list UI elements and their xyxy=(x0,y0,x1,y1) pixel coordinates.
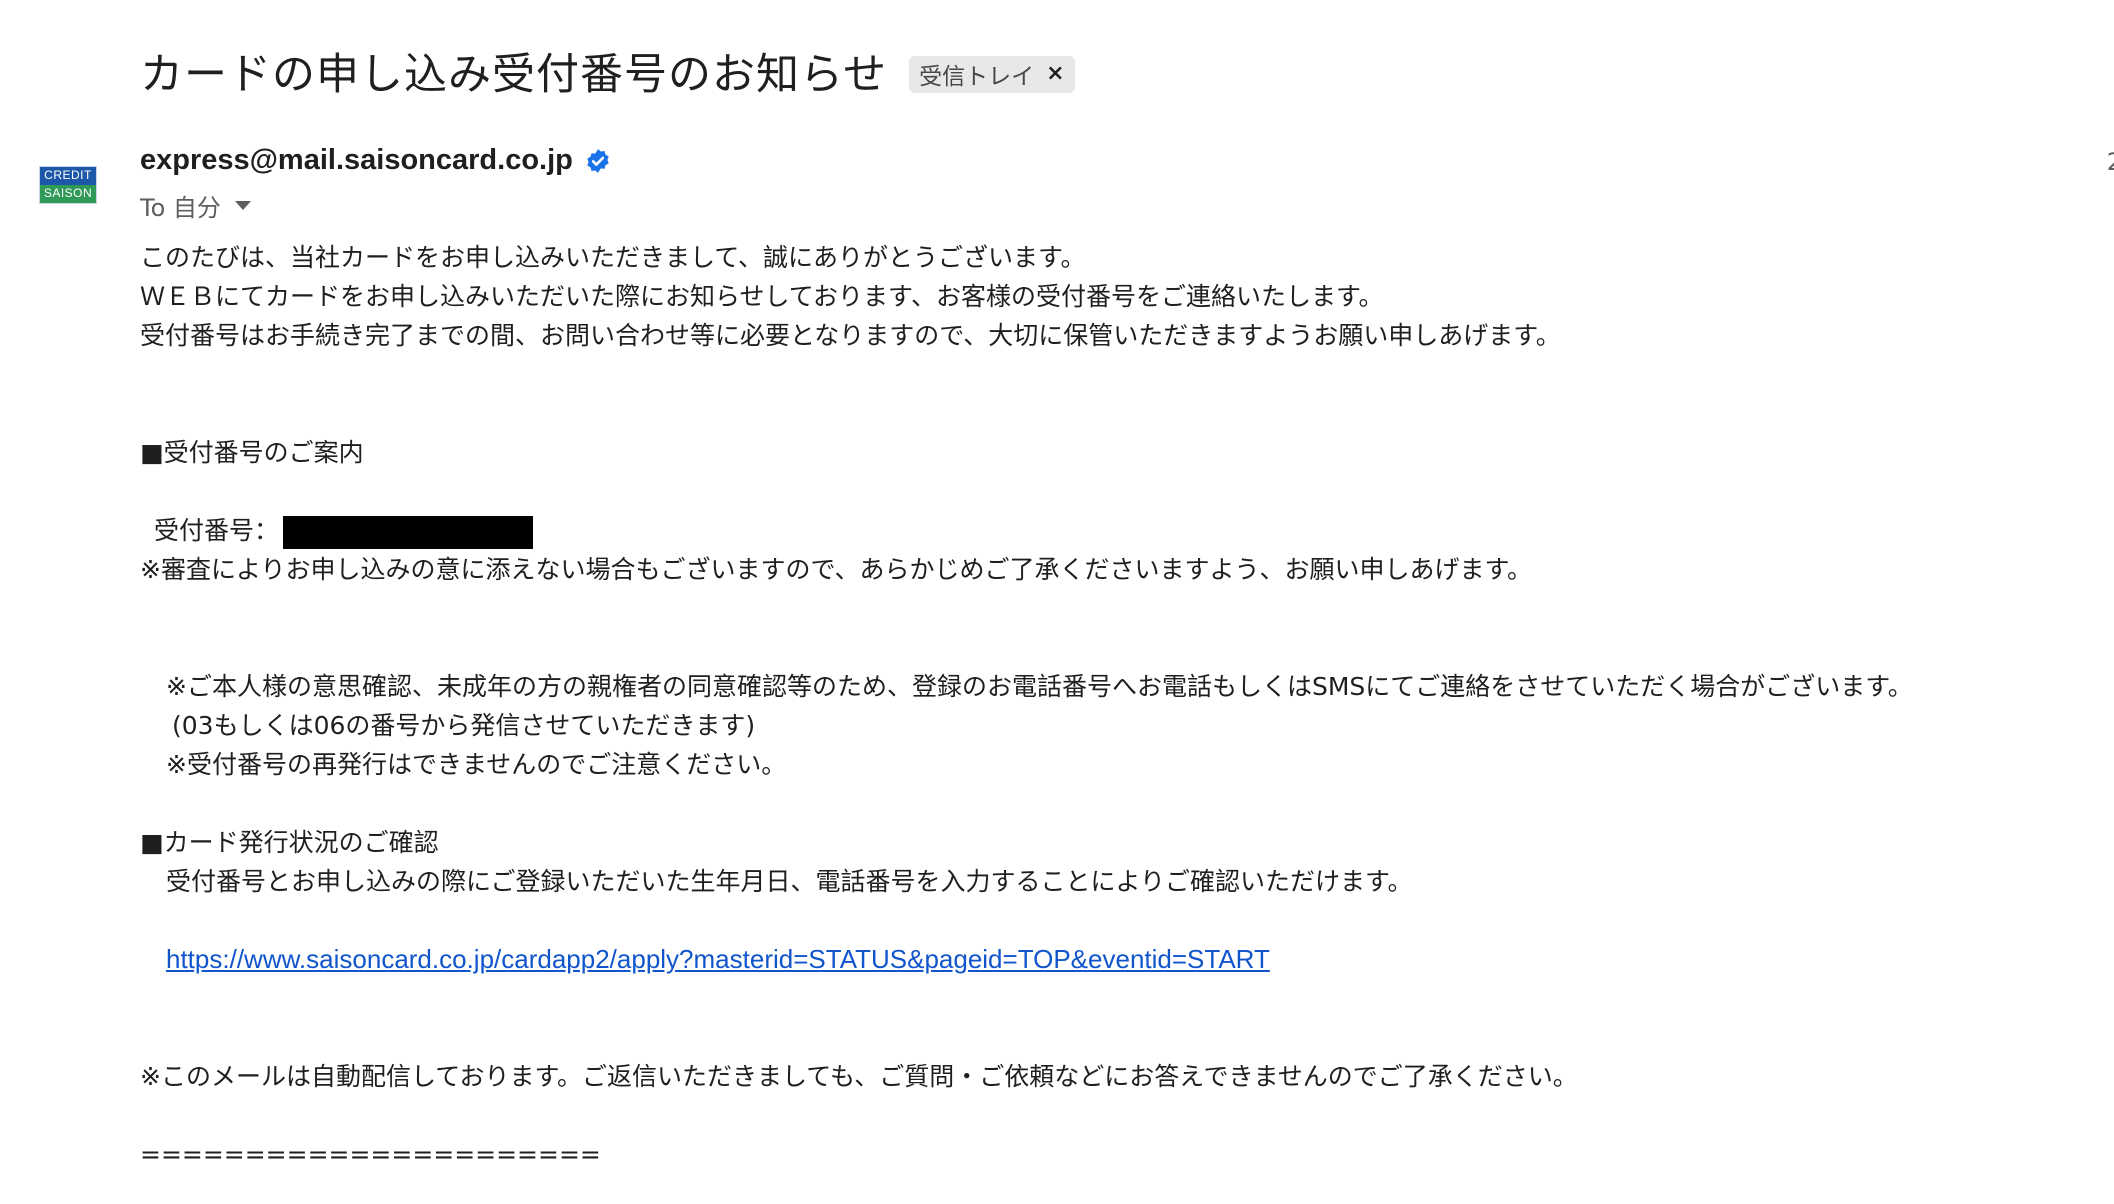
body-paragraph: このたびは、当社カードをお申し込みいただきまして、誠にありがとうございます。 xyxy=(140,243,1086,272)
section-heading-receipt: ■受付番号のご案内 xyxy=(140,438,364,467)
email-body: このたびは、当社カードをお申し込みいただきまして、誠にありがとうございます。 Ｗ… xyxy=(140,238,2100,1174)
status-instructions: 受付番号とお申し込みの際にご登録いただいた生年月日、電話番号を入力することにより… xyxy=(166,867,1413,896)
timestamp: 2 xyxy=(2107,148,2114,176)
subject-row: カードの申し込み受付番号のお知らせ 受信トレイ × xyxy=(140,40,1075,102)
avatar-text-bottom: SAISON xyxy=(40,185,96,203)
body-paragraph: ＷＥＢにてカードをお申し込みいただいた際にお知らせしております、お客様の受付番号… xyxy=(140,282,1384,311)
avatar-text-top: CREDIT xyxy=(44,168,92,182)
sender-email[interactable]: express@mail.saisoncard.co.jp xyxy=(140,144,573,177)
verified-badge-icon xyxy=(587,148,609,173)
screening-note: ※審査によりお申し込みの意に添えない場合もございますので、あらかじめご了承くださ… xyxy=(140,555,1532,584)
receipt-number-label: 受付番号： xyxy=(154,516,280,545)
status-check-link[interactable]: https://www.saisoncard.co.jp/cardapp2/ap… xyxy=(166,944,1270,974)
auto-delivery-notice: ※このメールは自動配信しております。ご返信いただきましても、ご質問・ご依頼などに… xyxy=(140,1062,1578,1091)
separator-line: ====================== xyxy=(140,1140,601,1169)
status-link-row: https://www.saisoncard.co.jp/cardapp2/ap… xyxy=(140,940,2100,979)
sender-avatar[interactable]: CREDIT SAISON xyxy=(39,166,97,204)
redacted-receipt-number xyxy=(283,515,534,549)
receipt-number-row: 受付番号： xyxy=(140,511,2100,552)
identity-confirmation-note: ※ご本人様の意思確認、未成年の方の親権者の同意確認等のため、登録のお電話番号へお… xyxy=(166,672,1913,701)
recipient-text: To 自分 xyxy=(140,194,221,222)
chevron-down-icon[interactable] xyxy=(234,201,251,210)
close-icon[interactable]: × xyxy=(1046,62,1064,85)
sender-row: express@mail.saisoncard.co.jp xyxy=(140,144,611,177)
section-heading-status: ■カード発行状況のご確認 xyxy=(140,828,439,857)
body-paragraph: 受付番号はお手続き完了までの間、お問い合わせ等に必要となりますので、大切に保管い… xyxy=(140,321,1561,350)
inbox-label-text: 受信トレイ xyxy=(919,63,1035,90)
inbox-label-chip[interactable]: 受信トレイ × xyxy=(909,55,1075,93)
email-subject: カードの申し込み受付番号のお知らせ xyxy=(140,50,888,100)
recipient-row[interactable]: To 自分 xyxy=(140,188,251,223)
caller-number-note: (03もしくは06の番号から発信させていただきます) xyxy=(172,711,756,740)
reissue-note: ※受付番号の再発行はできませんのでご注意ください。 xyxy=(166,750,787,779)
